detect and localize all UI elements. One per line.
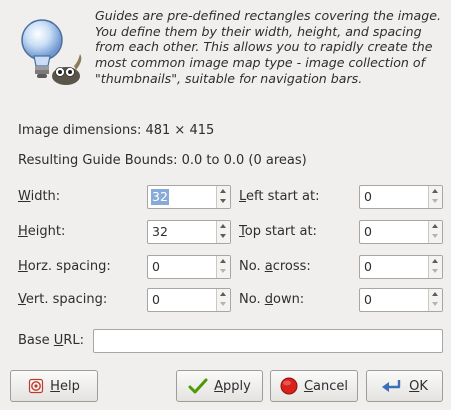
no-across-spinbutton[interactable]: 0 xyxy=(359,255,443,279)
width-spinbutton[interactable]: 32 xyxy=(147,185,231,209)
base-url-input[interactable] xyxy=(93,329,443,353)
decrement-arrow-icon[interactable] xyxy=(432,234,438,238)
height-spinbutton[interactable]: 32 xyxy=(147,220,231,244)
left-start-label: Left start at: xyxy=(239,189,320,204)
left-start-value[interactable]: 0 xyxy=(363,189,373,205)
cancel-button[interactable]: Cancel xyxy=(270,370,358,402)
increment-arrow-icon[interactable] xyxy=(432,224,438,228)
horz-spacing-label: Horz. spacing: xyxy=(18,259,111,274)
no-down-stepper[interactable] xyxy=(428,289,442,311)
increment-arrow-icon[interactable] xyxy=(432,189,438,193)
height-stepper[interactable] xyxy=(216,221,230,243)
description-text: Guides are pre-defined rectangles coveri… xyxy=(95,8,441,86)
increment-arrow-icon[interactable] xyxy=(220,259,226,263)
top-start-spinbutton[interactable]: 0 xyxy=(359,220,443,244)
left-start-stepper[interactable] xyxy=(428,186,442,208)
no-down-spinbutton[interactable]: 0 xyxy=(359,288,443,312)
increment-arrow-icon[interactable] xyxy=(220,189,226,193)
image-dimensions-text: Image dimensions: 481 × 415 xyxy=(18,123,215,138)
no-across-value[interactable]: 0 xyxy=(363,259,373,275)
no-down-label: No. down: xyxy=(239,292,305,307)
base-url-label: Base URL: xyxy=(18,333,84,348)
horz-spacing-spinbutton[interactable]: 0 xyxy=(147,255,231,279)
decrement-arrow-icon[interactable] xyxy=(432,302,438,306)
increment-arrow-icon[interactable] xyxy=(220,224,226,228)
vert-spacing-stepper[interactable] xyxy=(216,289,230,311)
increment-arrow-icon[interactable] xyxy=(220,292,226,296)
ok-button[interactable]: OK xyxy=(366,370,443,402)
vert-spacing-label: Vert. spacing: xyxy=(18,292,108,307)
increment-arrow-icon[interactable] xyxy=(432,292,438,296)
top-start-stepper[interactable] xyxy=(428,221,442,243)
guide-bounds-text: Resulting Guide Bounds: 0.0 to 0.0 (0 ar… xyxy=(18,153,307,168)
no-across-stepper[interactable] xyxy=(428,256,442,278)
no-across-label: No. across: xyxy=(239,259,311,274)
enter-arrow-icon xyxy=(381,378,403,394)
horz-spacing-stepper[interactable] xyxy=(216,256,230,278)
width-stepper[interactable] xyxy=(216,186,230,208)
decrement-arrow-icon[interactable] xyxy=(432,269,438,273)
width-value[interactable]: 32 xyxy=(151,189,169,205)
stop-icon xyxy=(280,377,298,395)
help-icon xyxy=(28,378,44,394)
decrement-arrow-icon[interactable] xyxy=(432,199,438,203)
help-button[interactable]: Help xyxy=(10,370,98,402)
apply-label: Apply xyxy=(214,378,251,394)
decrement-arrow-icon[interactable] xyxy=(220,269,226,273)
check-icon xyxy=(188,377,208,395)
horz-spacing-value[interactable]: 0 xyxy=(151,259,161,275)
lightbulb-wilber-icon xyxy=(14,14,86,90)
height-label: Height: xyxy=(18,224,66,239)
vert-spacing-spinbutton[interactable]: 0 xyxy=(147,288,231,312)
help-label: Help xyxy=(50,378,80,394)
increment-arrow-icon[interactable] xyxy=(432,259,438,263)
decrement-arrow-icon[interactable] xyxy=(220,199,226,203)
top-start-label: Top start at: xyxy=(239,224,317,239)
vert-spacing-value[interactable]: 0 xyxy=(151,292,161,308)
no-down-value[interactable]: 0 xyxy=(363,292,373,308)
width-label: Width: xyxy=(18,189,61,204)
height-value[interactable]: 32 xyxy=(151,224,169,240)
top-start-value[interactable]: 0 xyxy=(363,224,373,240)
ok-label: OK xyxy=(409,378,428,394)
apply-button[interactable]: Apply xyxy=(176,370,263,402)
decrement-arrow-icon[interactable] xyxy=(220,302,226,306)
cancel-label: Cancel xyxy=(303,378,349,394)
decrement-arrow-icon[interactable] xyxy=(220,234,226,238)
left-start-spinbutton[interactable]: 0 xyxy=(359,185,443,209)
